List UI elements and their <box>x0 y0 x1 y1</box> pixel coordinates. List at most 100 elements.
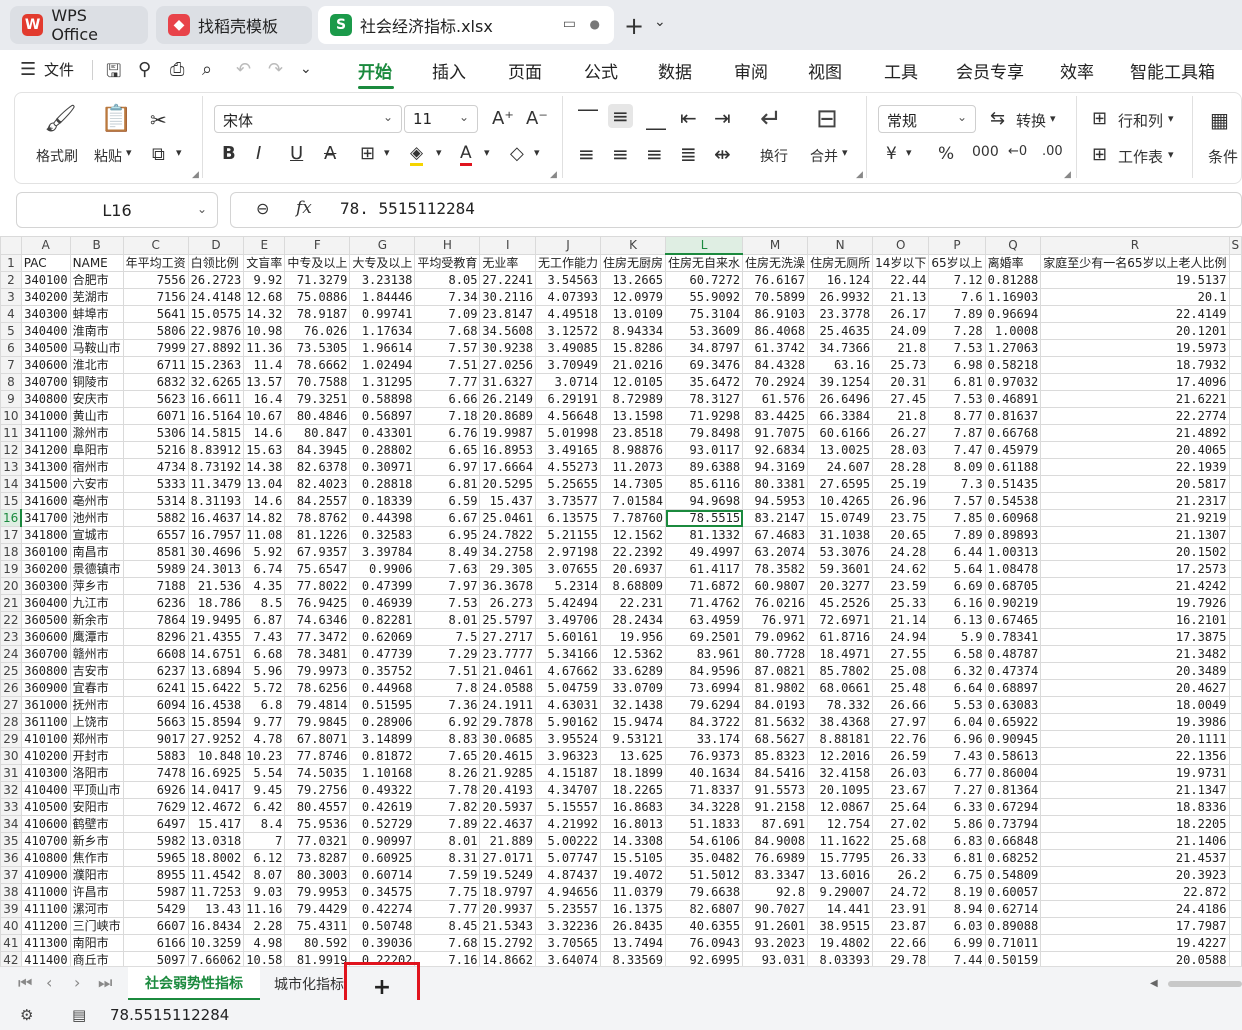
cell[interactable] <box>1228 815 1242 833</box>
cell[interactable]: 0.60968 <box>984 509 1042 527</box>
cell[interactable]: 5.92 <box>243 543 286 561</box>
cell[interactable] <box>1228 662 1242 680</box>
cell[interactable]: 361000 <box>20 696 71 714</box>
cell[interactable]: 79.9845 <box>284 713 351 731</box>
cell[interactable]: 19.5249 <box>479 866 536 884</box>
cell[interactable]: 67.8071 <box>284 730 351 748</box>
cell[interactable]: 6.16 <box>928 594 986 612</box>
cell[interactable]: 16.6611 <box>187 390 245 408</box>
cell[interactable]: 411100 <box>20 900 71 918</box>
align-right-icon[interactable]: ≡ <box>646 142 663 166</box>
cell[interactable]: 63.4959 <box>665 611 744 629</box>
cell[interactable]: 6.29191 <box>534 390 602 408</box>
cell[interactable]: 7.8 <box>414 679 481 697</box>
cell[interactable]: 6.13 <box>928 611 986 629</box>
cell[interactable]: 7.5 <box>414 628 481 646</box>
cell[interactable]: 0.82281 <box>349 611 416 629</box>
cell[interactable]: 84.4328 <box>742 356 809 374</box>
cell[interactable]: 3.23138 <box>349 271 416 289</box>
cell[interactable]: 84.5416 <box>742 764 809 782</box>
cell[interactable]: 6.87 <box>243 611 286 629</box>
cell[interactable]: 15.5105 <box>600 849 667 867</box>
cell[interactable]: 九江市 <box>69 594 124 612</box>
cell[interactable]: 20.4627 <box>1040 679 1230 697</box>
cell[interactable]: 7.18 <box>414 407 481 425</box>
fx-icon[interactable]: fx <box>296 198 312 218</box>
monitor-icon[interactable]: ▭ <box>563 16 576 32</box>
row-header[interactable]: 16 <box>0 509 23 527</box>
cell[interactable]: 79.4814 <box>284 696 351 714</box>
cell[interactable]: 3.0714 <box>534 373 602 391</box>
cell[interactable]: 0.39036 <box>349 934 416 952</box>
tab-spreadsheet[interactable]: S 社会经济指标.xlsx ▭ ● <box>318 6 614 44</box>
decrease-font-icon[interactable]: A⁻ <box>526 108 548 129</box>
spreadsheet-grid[interactable]: ABCDEFGHIJKLMNOPQRSTU 1PACNAME年平均工资白领比例文… <box>0 236 1242 966</box>
cell[interactable]: 16.8434 <box>187 917 245 935</box>
wrap-text-button[interactable]: 换行 <box>760 146 788 166</box>
cell[interactable]: 7.36 <box>414 696 481 714</box>
cell[interactable]: 360300 <box>20 577 71 595</box>
cell[interactable]: 8.4 <box>243 815 286 833</box>
print-icon[interactable]: ⎙ <box>170 59 184 80</box>
cell[interactable]: 淮南市 <box>69 322 124 340</box>
cell[interactable]: 鹤壁市 <box>69 815 124 833</box>
cell[interactable]: 71.6872 <box>665 577 744 595</box>
cell[interactable]: 5641 <box>122 305 189 323</box>
cell[interactable] <box>1228 781 1242 799</box>
cell[interactable]: 5.04759 <box>534 679 602 697</box>
cell[interactable]: 0.90945 <box>984 730 1042 748</box>
cell[interactable]: 78.6256 <box>284 679 351 697</box>
cell[interactable]: 6.65 <box>414 441 481 459</box>
cell[interactable]: 340400 <box>20 322 71 340</box>
cell[interactable]: 4.35 <box>243 577 286 595</box>
menu-review[interactable]: 审阅 <box>734 58 768 83</box>
cell[interactable]: 74.6346 <box>284 611 351 629</box>
cell[interactable]: 21.9285 <box>479 764 536 782</box>
cell[interactable]: 68.0661 <box>807 679 874 697</box>
cell[interactable]: 22.76 <box>872 730 930 748</box>
cell[interactable]: 宿州市 <box>69 458 124 476</box>
cell[interactable]: 6.83 <box>928 832 986 850</box>
cell[interactable]: 81.1332 <box>665 526 744 544</box>
cell[interactable]: 9017 <box>122 730 189 748</box>
cell[interactable]: 12.68 <box>243 288 286 306</box>
worksheet-button[interactable]: 工作表 <box>1118 146 1163 167</box>
cell[interactable]: 6711 <box>122 356 189 374</box>
cell[interactable]: 15.2363 <box>187 356 245 374</box>
cell[interactable]: 3.49085 <box>534 339 602 357</box>
worksheet-icon[interactable]: ⊞ <box>1092 144 1107 165</box>
cell[interactable]: 77.3472 <box>284 628 351 646</box>
row-header[interactable]: 35 <box>0 832 22 850</box>
column-header[interactable]: F <box>284 236 351 255</box>
cell[interactable]: 7.78 <box>414 781 481 799</box>
cell[interactable]: 3.49706 <box>534 611 602 629</box>
cell[interactable]: 21.3482 <box>1040 645 1230 663</box>
cell[interactable]: 34.7366 <box>807 339 874 357</box>
cell[interactable]: 0.60714 <box>349 866 416 884</box>
cell[interactable]: 7.78760 <box>600 509 667 527</box>
cell[interactable]: 7864 <box>122 611 189 629</box>
cell[interactable]: 7.87 <box>928 424 986 442</box>
cell[interactable]: 7.43 <box>928 747 986 765</box>
select-all-corner[interactable] <box>0 236 22 255</box>
cell[interactable]: 7.51 <box>414 662 481 680</box>
row-header[interactable]: 7 <box>0 356 22 374</box>
cell[interactable]: 19.4227 <box>1040 934 1230 952</box>
cell[interactable]: 3.70565 <box>534 934 602 952</box>
cell[interactable]: 6236 <box>122 594 189 612</box>
cell[interactable]: 85.7802 <box>807 662 874 680</box>
cell[interactable]: 23.8147 <box>479 305 536 323</box>
cell[interactable]: 7.53 <box>928 390 986 408</box>
cell[interactable]: 0.66768 <box>984 424 1042 442</box>
cell[interactable]: 10.58 <box>243 951 286 966</box>
cell[interactable]: 6.03 <box>928 917 986 935</box>
cell[interactable]: 离婚率 <box>984 253 1042 272</box>
cell[interactable]: 5.2314 <box>534 577 602 595</box>
cell[interactable]: 28.2434 <box>600 611 667 629</box>
cell[interactable]: 410500 <box>20 798 71 816</box>
cell[interactable]: 0.62069 <box>349 628 416 646</box>
cell[interactable]: 17.4096 <box>1040 373 1230 391</box>
cell[interactable]: 5.21155 <box>534 526 602 544</box>
cell[interactable]: 1.02494 <box>349 356 416 374</box>
tab-docer[interactable]: ◆ 找稻壳模板 <box>156 6 312 44</box>
